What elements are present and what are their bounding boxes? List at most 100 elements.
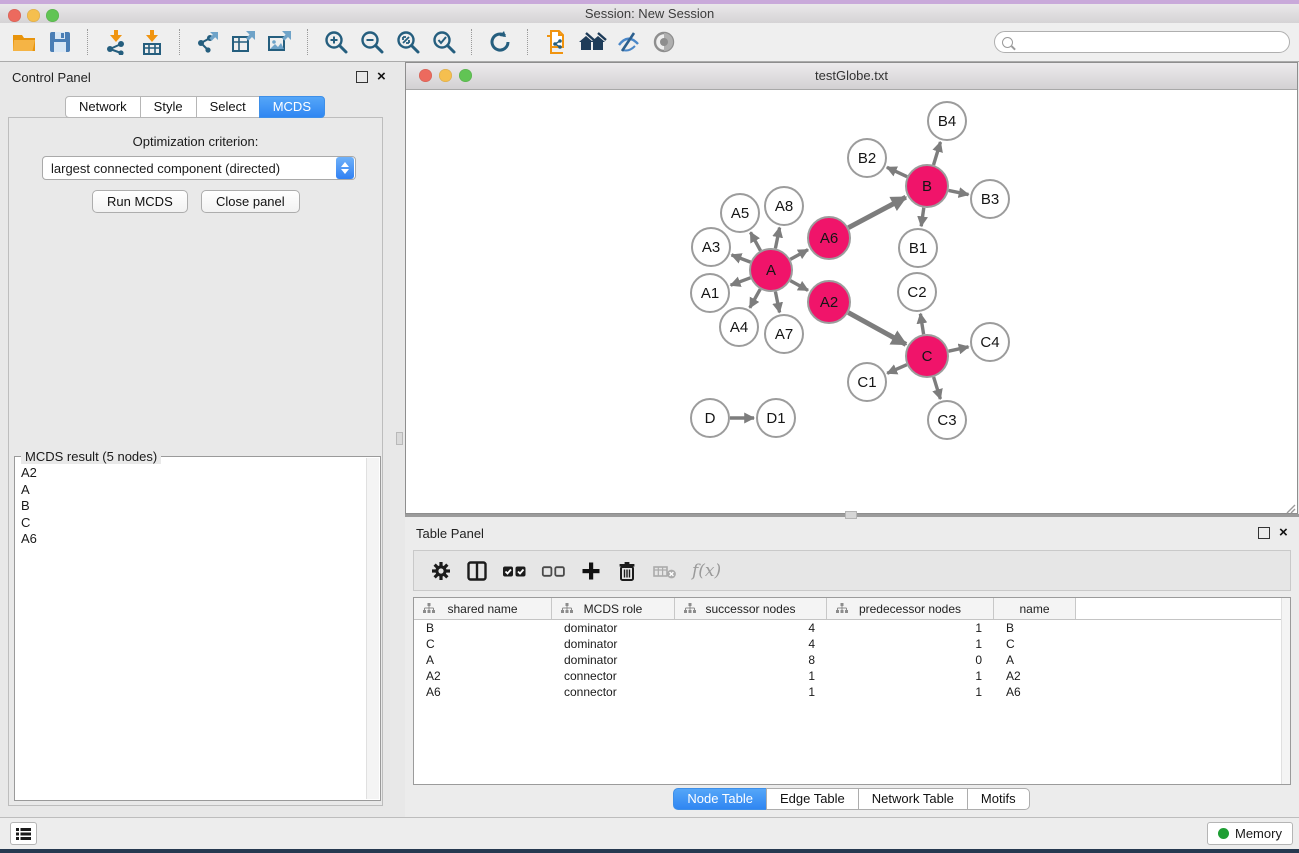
cell-name[interactable]: A [994, 653, 1076, 667]
network-close-button[interactable] [419, 69, 432, 82]
node-C4[interactable]: C4 [971, 323, 1009, 361]
zoom-in-icon[interactable] [318, 26, 354, 58]
edge-A6-B[interactable] [848, 197, 905, 228]
table-scrollbar[interactable] [1281, 598, 1290, 784]
cell-predecessor-nodes[interactable]: 1 [827, 621, 994, 635]
cell-successor-nodes[interactable]: 1 [675, 669, 827, 683]
edge-B-B3[interactable] [949, 190, 969, 194]
mcds-result-item[interactable]: C [15, 515, 365, 532]
edge-A-A5[interactable] [751, 232, 761, 250]
float-panel-icon[interactable] [356, 71, 368, 83]
cell-name[interactable]: A6 [994, 685, 1076, 699]
node-A1[interactable]: A1 [691, 274, 729, 312]
home-view-icon[interactable] [574, 26, 610, 58]
mcds-result-item[interactable]: A2 [15, 465, 365, 482]
node-D1[interactable]: D1 [757, 399, 795, 437]
import-network-icon[interactable] [98, 26, 134, 58]
column-header-successor-nodes[interactable]: successor nodes [675, 598, 827, 619]
node-A4[interactable]: A4 [720, 308, 758, 346]
import-table-icon[interactable] [134, 26, 170, 58]
close-panel-button[interactable]: Close panel [201, 190, 300, 213]
resize-handle-icon[interactable] [1285, 501, 1296, 512]
cell-shared-name[interactable]: A [414, 653, 552, 667]
minimize-window-button[interactable] [27, 9, 40, 22]
edge-A-A1[interactable] [731, 278, 751, 285]
cell-shared-name[interactable]: A6 [414, 685, 552, 699]
export-network-icon[interactable] [190, 26, 226, 58]
cell-predecessor-nodes[interactable]: 1 [827, 669, 994, 683]
node-B1[interactable]: B1 [899, 229, 937, 267]
node-B4[interactable]: B4 [928, 102, 966, 140]
refresh-view-icon[interactable] [482, 26, 518, 58]
network-canvas[interactable]: B4B2BB3A8A5A6B1A3AC2A1A2A4A7C4CC1DD1C3 [406, 89, 1297, 511]
edge-C-C2[interactable] [920, 314, 923, 335]
table-settings-gear-icon[interactable] [430, 557, 452, 585]
edge-A-A8[interactable] [775, 228, 779, 249]
clone-network-icon[interactable] [538, 26, 574, 58]
tab-select[interactable]: Select [196, 96, 260, 118]
cell-mcds-role[interactable]: connector [552, 669, 675, 683]
criterion-dropdown[interactable]: largest connected component (directed) [42, 156, 356, 180]
float-panel-icon[interactable] [1258, 527, 1270, 539]
edge-A2-C[interactable] [848, 313, 906, 345]
edge-B-B2[interactable] [887, 167, 907, 176]
mcds-result-item[interactable]: B [15, 498, 365, 515]
table-row[interactable]: A6connector11A6 [414, 684, 1290, 700]
node-A3[interactable]: A3 [692, 228, 730, 266]
close-panel-icon[interactable]: × [1279, 528, 1288, 538]
edge-B-B4[interactable] [934, 142, 941, 165]
run-mcds-button[interactable]: Run MCDS [92, 190, 188, 213]
close-panel-icon[interactable]: × [377, 72, 386, 82]
cell-shared-name[interactable]: A2 [414, 669, 552, 683]
node-C3[interactable]: C3 [928, 401, 966, 439]
node-B3[interactable]: B3 [971, 180, 1009, 218]
node-B2[interactable]: B2 [848, 139, 886, 177]
cell-mcds-role[interactable]: connector [552, 685, 675, 699]
cell-predecessor-nodes[interactable]: 1 [827, 637, 994, 651]
mcds-result-item[interactable]: A [15, 482, 365, 499]
show-graphics-details-icon[interactable] [646, 26, 682, 58]
horizontal-splitter-grip[interactable] [845, 511, 857, 519]
show-columns-icon[interactable] [466, 557, 488, 585]
tab-edge-table[interactable]: Edge Table [766, 788, 859, 810]
memory-button[interactable]: Memory [1207, 822, 1293, 845]
mcds-result-item[interactable]: A6 [15, 531, 365, 548]
task-list-button[interactable] [10, 822, 37, 845]
open-session-icon[interactable] [6, 26, 42, 58]
node-A5[interactable]: A5 [721, 194, 759, 232]
node-A7[interactable]: A7 [765, 315, 803, 353]
search-input[interactable] [1018, 32, 1289, 52]
tab-motifs[interactable]: Motifs [967, 788, 1030, 810]
column-header-mcds-role[interactable]: MCDS role [552, 598, 675, 619]
column-header-shared-name[interactable]: shared name [414, 598, 552, 619]
save-session-icon[interactable] [42, 26, 78, 58]
node-A8[interactable]: A8 [765, 187, 803, 225]
node-A2[interactable]: A2 [808, 281, 850, 323]
node-A6[interactable]: A6 [808, 217, 850, 259]
tab-network-table[interactable]: Network Table [858, 788, 968, 810]
table-row[interactable]: Cdominator41C [414, 636, 1290, 652]
table-row[interactable]: Bdominator41B [414, 620, 1290, 636]
cell-name[interactable]: C [994, 637, 1076, 651]
cell-successor-nodes[interactable]: 4 [675, 637, 827, 651]
edge-C-C3[interactable] [934, 377, 941, 399]
cell-shared-name[interactable]: C [414, 637, 552, 651]
zoom-selected-icon[interactable] [426, 26, 462, 58]
hide-graphics-details-icon[interactable] [610, 26, 646, 58]
deselect-all-icon[interactable] [541, 557, 566, 585]
close-window-button[interactable] [8, 9, 21, 22]
export-table-icon[interactable] [226, 26, 262, 58]
cell-predecessor-nodes[interactable]: 0 [827, 653, 994, 667]
column-header-name[interactable]: name [994, 598, 1076, 619]
node-C[interactable]: C [906, 335, 948, 377]
cell-successor-nodes[interactable]: 1 [675, 685, 827, 699]
tab-network[interactable]: Network [65, 96, 141, 118]
edge-A-A4[interactable] [750, 289, 760, 308]
cell-name[interactable]: A2 [994, 669, 1076, 683]
edge-C-C1[interactable] [887, 365, 907, 374]
zoom-fit-icon[interactable] [390, 26, 426, 58]
edge-A-A2[interactable] [790, 281, 808, 291]
cell-mcds-role[interactable]: dominator [552, 653, 675, 667]
cell-successor-nodes[interactable]: 8 [675, 653, 827, 667]
zoom-out-icon[interactable] [354, 26, 390, 58]
